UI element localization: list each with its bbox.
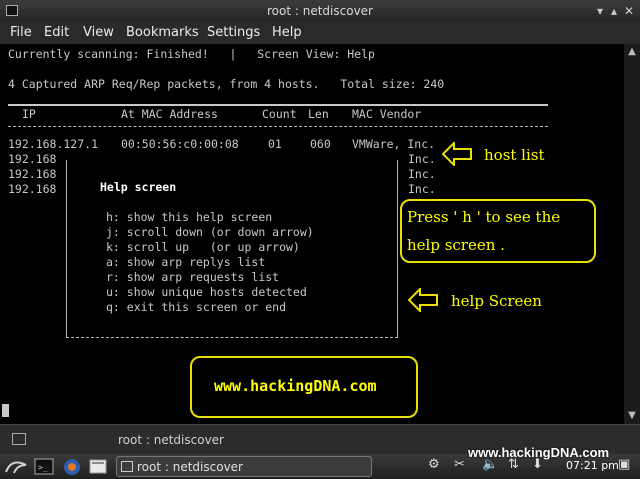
scroll-down-icon[interactable]: ▼ bbox=[624, 410, 640, 421]
table-row-len: 060 bbox=[310, 137, 331, 151]
annotation-press-h-box: Press ' h ' to see the help screen . bbox=[400, 199, 596, 263]
header-mac: At MAC Address bbox=[121, 107, 218, 121]
annotation-host-list: host list bbox=[484, 146, 545, 164]
site-watermark: www.hackingDNA.com bbox=[214, 377, 377, 395]
terminal-launcher-icon[interactable]: >_ bbox=[34, 457, 54, 476]
header-vendor: MAC Vendor bbox=[352, 107, 422, 121]
table-row-ip: 192.168 bbox=[8, 152, 57, 166]
help-item: h: show this help screen bbox=[106, 210, 273, 224]
clock: 07:21 pm bbox=[566, 459, 619, 472]
header-ip: IP bbox=[22, 107, 36, 121]
table-row-count: 01 bbox=[268, 137, 282, 151]
menu-help[interactable]: Help bbox=[272, 25, 302, 40]
header-len: Len bbox=[308, 107, 329, 121]
browser-icon[interactable] bbox=[62, 457, 82, 476]
terminal-icon bbox=[121, 461, 133, 472]
terminal-cursor bbox=[2, 404, 9, 417]
header-rule-bottom bbox=[8, 126, 548, 127]
help-item: j: scroll down (or down arrow) bbox=[106, 225, 314, 239]
maximize-icon[interactable]: ▴ bbox=[606, 3, 622, 19]
menu-view[interactable]: View bbox=[83, 25, 114, 40]
window-title: root : netdiscover bbox=[267, 4, 373, 18]
menu-file[interactable]: File bbox=[10, 25, 32, 40]
table-row-vendor: Inc. bbox=[408, 182, 436, 196]
annotation-press-h-line1: Press ' h ' to see the bbox=[407, 208, 561, 226]
help-box-right-border bbox=[397, 160, 398, 338]
help-item: a: show arp replys list bbox=[106, 255, 266, 269]
table-row-vendor: Inc. bbox=[408, 167, 436, 181]
taskbar: >_ root : netdiscover www.hackingDNA.com… bbox=[0, 445, 640, 479]
dragon-menu-icon[interactable] bbox=[4, 457, 28, 476]
table-row-ip: 192.168 bbox=[8, 167, 57, 181]
table-row-ip: 192.168 bbox=[8, 182, 57, 196]
arrow-left-icon bbox=[408, 288, 438, 312]
show-desktop-icon[interactable]: ▣ bbox=[618, 457, 630, 472]
close-icon[interactable]: ✕ bbox=[621, 3, 637, 19]
help-box-left-border bbox=[66, 160, 67, 338]
help-item: k: scroll up (or up arrow) bbox=[106, 240, 300, 254]
file-manager-icon[interactable] bbox=[88, 457, 108, 476]
menu-settings[interactable]: Settings bbox=[207, 25, 260, 40]
summary-line: 4 Captured ARP Req/Rep packets, from 4 h… bbox=[8, 77, 445, 91]
arrow-left-icon bbox=[442, 142, 472, 166]
annotation-help-screen: help Screen bbox=[451, 292, 542, 310]
update-icon[interactable]: ⬇ bbox=[532, 457, 543, 472]
network-icon[interactable]: ⇅ bbox=[508, 457, 519, 472]
terminal-scrollbar[interactable]: ▲ ▼ bbox=[624, 44, 640, 424]
table-row-ip: 192.168.127.1 bbox=[8, 137, 99, 151]
table-row-mac: 00:50:56:c0:00:08 bbox=[121, 137, 239, 151]
scissors-tray-icon[interactable]: ✂ bbox=[454, 457, 465, 472]
header-count: Count bbox=[262, 107, 297, 121]
settings-tray-icon[interactable]: ⚙ bbox=[428, 457, 440, 472]
help-item: q: exit this screen or end bbox=[106, 300, 287, 314]
header-rule-top bbox=[8, 104, 548, 106]
tab-label[interactable]: root : netdiscover bbox=[118, 433, 224, 447]
help-item: u: show unique hosts detected bbox=[106, 285, 307, 299]
menu-bar: File Edit View Bookmarks Settings Help bbox=[0, 22, 640, 44]
window-titlebar[interactable]: root : netdiscover ▾ ▴ ✕ bbox=[0, 0, 640, 22]
help-item: r: show arp requests list bbox=[106, 270, 280, 284]
taskbar-task-terminal[interactable]: root : netdiscover bbox=[116, 456, 372, 477]
status-line: Currently scanning: Finished! | Screen V… bbox=[8, 47, 375, 61]
menu-bookmarks[interactable]: Bookmarks bbox=[126, 25, 199, 40]
volume-icon[interactable]: 🔈 bbox=[482, 457, 498, 472]
help-title: Help screen bbox=[100, 180, 177, 194]
annotation-press-h-line2: help screen . bbox=[407, 236, 505, 254]
annotation-site-box: www.hackingDNA.com bbox=[190, 356, 418, 418]
menu-edit[interactable]: Edit bbox=[44, 25, 69, 40]
table-row-vendor: VMWare, Inc. bbox=[352, 137, 436, 151]
help-box-bottom-border bbox=[66, 337, 398, 338]
help-screen-box: Help screen h: show this help screen j: … bbox=[66, 160, 398, 338]
new-tab-icon[interactable] bbox=[12, 433, 26, 445]
table-row-vendor: Inc. bbox=[408, 152, 436, 166]
task-label: root : netdiscover bbox=[137, 460, 243, 474]
svg-text:>_: >_ bbox=[38, 463, 48, 472]
scroll-up-icon[interactable]: ▲ bbox=[624, 46, 640, 57]
